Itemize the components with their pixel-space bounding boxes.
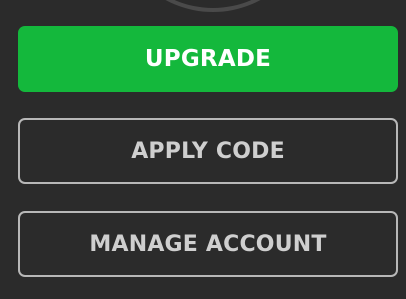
- apply-code-button-label: APPLY CODE: [131, 138, 285, 164]
- manage-account-button-label: MANAGE ACCOUNT: [89, 231, 327, 257]
- upgrade-button-label: UPGRADE: [144, 46, 272, 72]
- upgrade-button[interactable]: UPGRADE: [18, 26, 398, 92]
- account-panel: UPGRADE APPLY CODE MANAGE ACCOUNT: [0, 0, 406, 299]
- apply-code-button[interactable]: APPLY CODE: [18, 118, 398, 184]
- avatar: [113, 0, 313, 12]
- manage-account-button[interactable]: MANAGE ACCOUNT: [18, 211, 398, 277]
